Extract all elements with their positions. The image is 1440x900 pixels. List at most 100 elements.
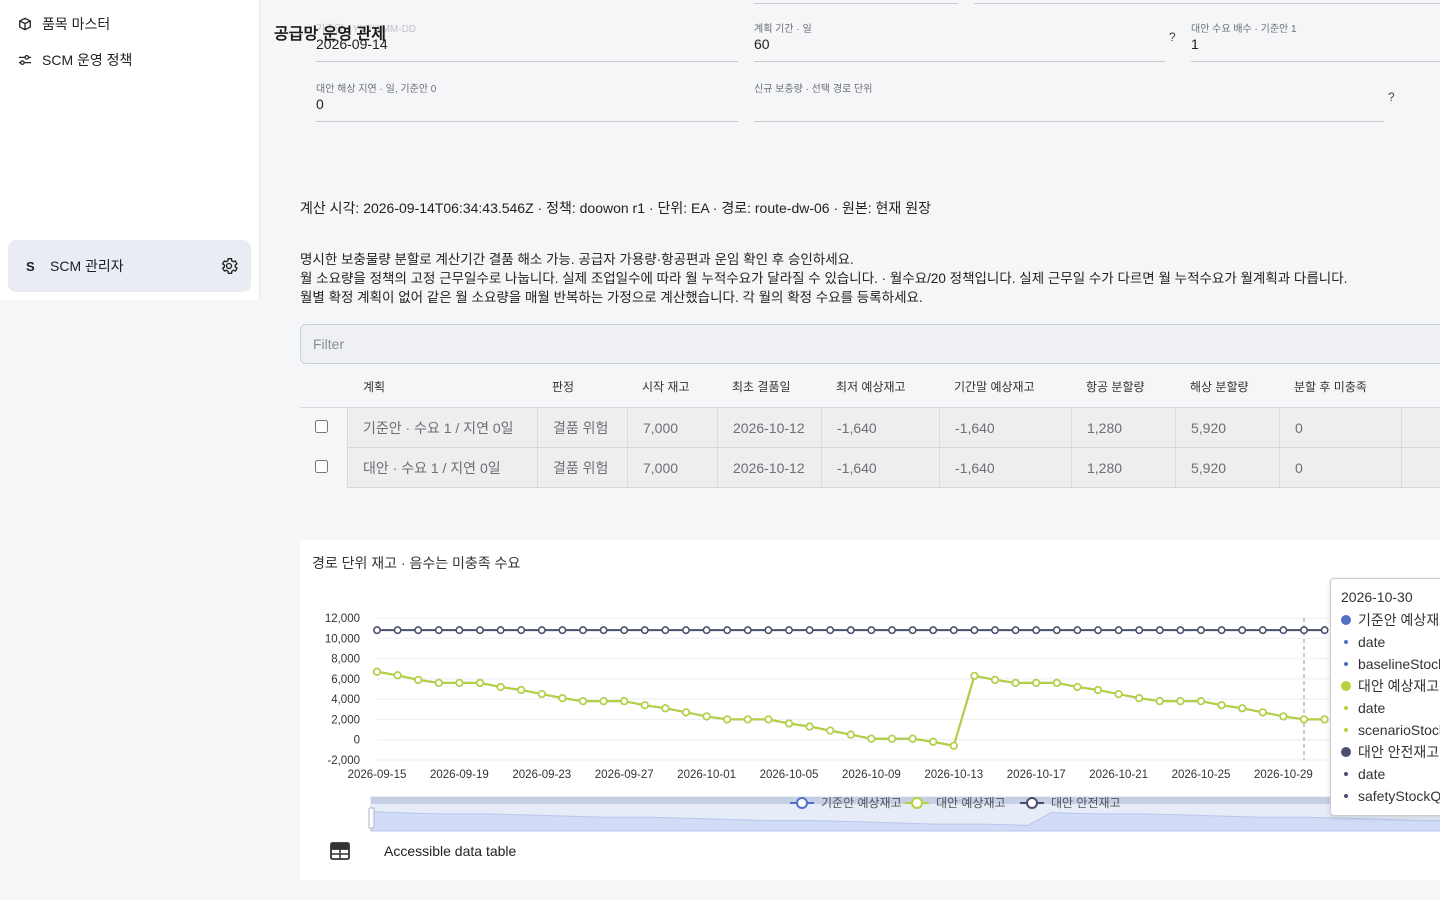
column-header[interactable]: 최초 결품일 xyxy=(717,366,821,407)
data-point xyxy=(1217,701,1226,710)
column-header[interactable]: 항공 분할량 xyxy=(1071,366,1175,407)
page-title: 공급망 운영 관제 xyxy=(274,26,386,43)
data-point xyxy=(661,704,670,713)
x-tick-label: 2026-10-05 xyxy=(760,769,819,781)
data-point xyxy=(599,697,608,706)
data-point xyxy=(373,667,382,676)
column-header[interactable]: 시작 재고 xyxy=(627,366,717,407)
demand-multiplier-field[interactable]: 대안 수요 배수 · 기준안 1 1 xyxy=(1191,20,1440,66)
tooltip-marker xyxy=(1344,794,1348,798)
sidebar-item-label: SCM 운영 정책 xyxy=(42,52,133,68)
x-tick-label: 2026-10-29 xyxy=(1254,769,1313,781)
table-cell: 0 xyxy=(1279,448,1401,487)
data-point xyxy=(434,626,443,635)
data-point xyxy=(1011,626,1020,635)
tooltip-marker xyxy=(1341,681,1351,691)
table-cell: -1,640 xyxy=(821,448,939,487)
data-point xyxy=(1238,626,1247,635)
divider xyxy=(974,3,1440,4)
tooltip-row: baselineStock xyxy=(1341,653,1440,675)
field-value[interactable]: 0 xyxy=(316,96,324,112)
note-line: 명시한 보충물량 분할로 계산기간 결품 해소 가능. 공급자 가용량·항공편과… xyxy=(300,252,854,267)
sea-delay-field[interactable]: 대안 해상 지연 · 일, 기준안 0 0 xyxy=(316,80,738,126)
column-header[interactable]: 해상 분할량 xyxy=(1175,366,1279,407)
table-cell: 7,000 xyxy=(627,448,717,487)
field-value[interactable]: 1 xyxy=(1191,36,1199,52)
table-cell: -1,640 xyxy=(939,408,1071,447)
x-tick-label: 2026-09-23 xyxy=(512,769,571,781)
data-point xyxy=(929,626,938,635)
table-cell: 2026-10-12 xyxy=(717,408,821,447)
data-point xyxy=(578,697,587,706)
zoom-slider-handle xyxy=(368,807,375,829)
data-point xyxy=(1196,697,1205,706)
data-point xyxy=(1196,626,1205,635)
data-point xyxy=(1011,678,1020,687)
y-tick-label: 12,000 xyxy=(325,613,360,625)
column-header[interactable]: 계획 xyxy=(348,366,537,407)
user-card[interactable]: S SCM 관리자 xyxy=(8,240,251,292)
tooltip-row: date xyxy=(1341,631,1440,653)
tooltip-label: 대안 예상재고 xyxy=(1358,678,1440,694)
data-point xyxy=(1073,682,1082,691)
new-replenishment-field[interactable]: 신규 보충량 · 선택 경로 단위 xyxy=(754,80,1384,126)
field-label: 신규 보충량 · 선택 경로 단위 xyxy=(754,84,873,95)
data-point xyxy=(908,626,917,635)
sidebar-item-item-master[interactable]: 품목 마스터 xyxy=(18,14,110,34)
column-header[interactable]: 최저 예상재고 xyxy=(821,366,939,407)
chart-canvas[interactable]: 12,000 10,000 8,000 6,000 4,000 2,000 0 -2,000 2… xyxy=(300,540,1440,880)
tooltip-marker xyxy=(1341,747,1351,757)
data-point xyxy=(970,671,979,680)
help-icon[interactable]: ? xyxy=(1169,30,1176,44)
cube-icon xyxy=(19,17,31,31)
data-point xyxy=(681,708,690,717)
x-tick-label: 2026-09-27 xyxy=(595,769,654,781)
sidebar-item-scm-policy[interactable]: SCM 운영 정책 xyxy=(18,50,132,70)
tooltip-label: date xyxy=(1358,700,1386,716)
data-point xyxy=(414,626,423,635)
data-point xyxy=(949,741,958,750)
data-point xyxy=(1052,678,1061,687)
data-point xyxy=(620,697,629,706)
note-line: 월별 확정 계획이 없어 같은 월 소요량을 매월 반복하는 가정으로 계산했습… xyxy=(300,290,923,305)
row-checkbox[interactable] xyxy=(315,460,328,473)
help-icon[interactable]: ? xyxy=(1388,90,1395,104)
gear-icon[interactable] xyxy=(219,256,239,276)
data-point xyxy=(599,626,608,635)
table-row[interactable]: 대안 · 수요 1 / 지연 0일 결품 위험 7,000 2026-10-12… xyxy=(300,448,1440,488)
notes: 명시한 보충물량 분할로 계산기간 결품 해소 가능. 공급자 가용량·항공편과… xyxy=(300,250,1347,307)
data-point xyxy=(867,734,876,743)
column-header[interactable]: 기간말 예상재고 xyxy=(939,366,1071,407)
data-point xyxy=(455,678,464,687)
data-point xyxy=(517,626,526,635)
data-point xyxy=(908,734,917,743)
legend-marker xyxy=(1026,797,1038,809)
data-point xyxy=(558,626,567,635)
data-point xyxy=(517,686,526,695)
data-point xyxy=(1093,686,1102,695)
data-point xyxy=(743,626,752,635)
accessible-data-table-button[interactable]: Accessible data table xyxy=(330,842,516,860)
tooltip-label: date xyxy=(1358,766,1386,782)
data-point xyxy=(661,626,670,635)
table-cell: -1,640 xyxy=(939,448,1071,487)
tooltip-marker xyxy=(1344,706,1348,710)
data-point xyxy=(1176,697,1185,706)
tooltip-row: date xyxy=(1341,697,1440,719)
filter-input[interactable] xyxy=(300,324,1440,364)
column-header[interactable]: 판정 xyxy=(537,366,627,407)
tooltip-row: safetyStockQty xyxy=(1341,785,1440,807)
data-point xyxy=(620,626,629,635)
plan-period-field[interactable]: 계획 기간 · 일 60 xyxy=(754,20,1165,66)
data-point xyxy=(1135,626,1144,635)
legend-marker xyxy=(911,797,923,809)
x-tick-label: 2026-10-21 xyxy=(1089,769,1148,781)
field-value[interactable]: 60 xyxy=(754,36,770,52)
column-header[interactable]: 분할 후 미충족 xyxy=(1279,366,1401,407)
table-row[interactable]: 기준안 · 수요 1 / 지연 0일 결품 위험 7,000 2026-10-1… xyxy=(300,408,1440,448)
data-point xyxy=(476,678,485,687)
data-point xyxy=(887,734,896,743)
data-point xyxy=(826,626,835,635)
row-checkbox[interactable] xyxy=(315,420,328,433)
tooltip-marker xyxy=(1344,662,1348,666)
